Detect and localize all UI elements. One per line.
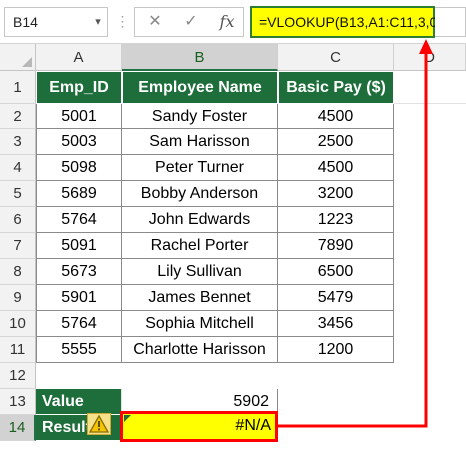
- annotation-arrow: [278, 39, 433, 428]
- arrow-head-icon: [419, 39, 433, 54]
- arrow-line: [278, 52, 428, 428]
